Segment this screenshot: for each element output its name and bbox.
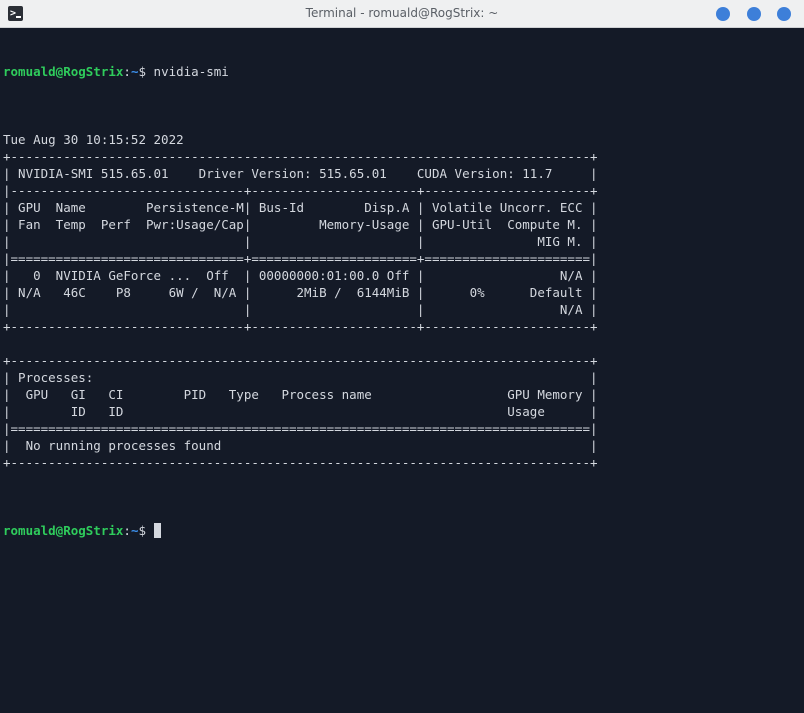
output-line: |=======================================…	[3, 421, 598, 436]
text-cursor[interactable]	[153, 523, 161, 538]
prompt-user-host: romuald@RogStrix	[3, 523, 124, 538]
output-line: +---------------------------------------…	[3, 455, 598, 470]
prompt-separator: :	[123, 523, 131, 538]
output-line: | N/A 46C P8 6W / N/A | 2MiB / 6144MiB |…	[3, 285, 598, 300]
current-prompt-line[interactable]: romuald@RogStrix:~$	[3, 522, 804, 539]
prompt-user-host: romuald@RogStrix	[3, 64, 124, 79]
terminal-window: > Terminal - romuald@RogStrix: ~ romuald…	[0, 0, 804, 713]
command-text: nvidia-smi	[153, 64, 229, 79]
title-bar[interactable]: > Terminal - romuald@RogStrix: ~	[0, 0, 804, 28]
output-line: | Fan Temp Perf Pwr:Usage/Cap| Memory-Us…	[3, 217, 598, 232]
output-line: | Processes: |	[3, 370, 598, 385]
prompt-symbol: $	[138, 523, 154, 538]
output-line: | No running processes found |	[3, 438, 598, 453]
window-title: Terminal - romuald@RogStrix: ~	[305, 6, 499, 20]
prompt-symbol: $	[138, 64, 154, 79]
output-line: |-------------------------------+-------…	[3, 183, 598, 198]
output-line: Tue Aug 30 10:15:52 2022	[3, 132, 184, 147]
maximize-button[interactable]	[747, 7, 761, 21]
command-line: romuald@RogStrix:~$ nvidia-smi	[3, 63, 804, 80]
output-line: | | | MIG M. |	[3, 234, 598, 249]
output-line: | ID ID Usage |	[3, 404, 598, 419]
output-line: +---------------------------------------…	[3, 353, 598, 368]
output-line: |===============================+=======…	[3, 251, 598, 266]
prompt-separator: :	[123, 64, 131, 79]
command-output: Tue Aug 30 10:15:52 2022 +---------------…	[3, 131, 804, 471]
close-button[interactable]	[777, 7, 791, 21]
output-line: | NVIDIA-SMI 515.65.01 Driver Version: 5…	[3, 166, 598, 181]
output-line: | 0 NVIDIA GeForce ... Off | 00000000:01…	[3, 268, 598, 283]
output-line: | GPU GI CI PID Type Process name GPU Me…	[3, 387, 598, 402]
output-line: +---------------------------------------…	[3, 149, 598, 164]
output-line: | | | N/A |	[3, 302, 598, 317]
output-line: +-------------------------------+-------…	[3, 319, 598, 334]
output-line: | GPU Name Persistence-M| Bus-Id Disp.A …	[3, 200, 598, 215]
minimize-button[interactable]	[716, 7, 730, 21]
terminal-output-area[interactable]: romuald@RogStrix:~$ nvidia-smi Tue Aug 3…	[0, 28, 804, 713]
